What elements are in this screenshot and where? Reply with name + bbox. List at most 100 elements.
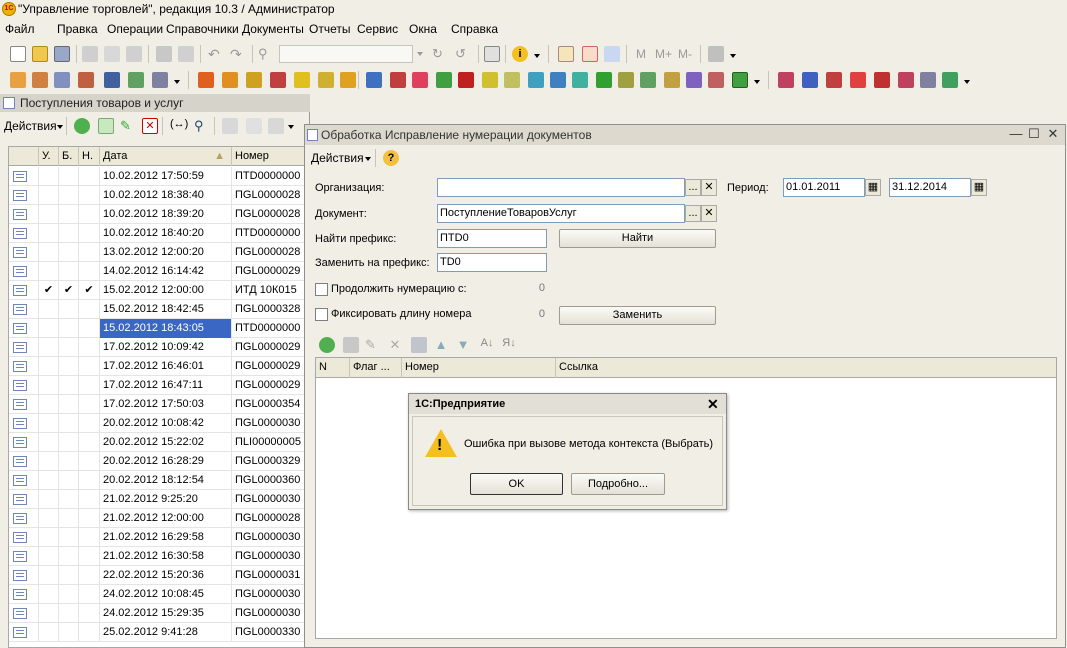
debt-icon[interactable] <box>850 72 866 88</box>
close-icon[interactable]: ✕ <box>1046 127 1060 141</box>
grid-edit-icon[interactable]: ✎ <box>365 337 381 353</box>
paste-icon[interactable] <box>126 46 142 62</box>
col-number[interactable]: Номер <box>232 147 307 166</box>
search-dropdown-icon[interactable] <box>417 52 423 56</box>
table-row[interactable]: 21.02.2012 9:25:20 ПGL0000030 <box>9 490 307 509</box>
table-row[interactable]: 21.02.2012 16:29:58 ПGL0000030 <box>9 528 307 547</box>
print-icon[interactable] <box>156 46 172 62</box>
memory-minus-button[interactable]: M- <box>678 47 692 61</box>
table-row[interactable]: 10.02.2012 18:40:20 ПTD0000000 <box>9 224 307 243</box>
table-row[interactable]: 20.02.2012 16:28:29 ПGL0000329 <box>9 452 307 471</box>
info-dropdown-icon[interactable] <box>534 54 540 58</box>
col-flag[interactable]: Флаг ... <box>350 358 402 378</box>
save-icon[interactable] <box>54 46 70 62</box>
sort-asc-icon[interactable]: A↓ <box>479 337 495 353</box>
balance-icon[interactable] <box>898 72 914 88</box>
period-to-calendar-icon[interactable]: ▦ <box>971 179 987 196</box>
find-button[interactable]: Найти <box>559 229 716 248</box>
continue-numbering-field[interactable]: 0 <box>479 280 547 297</box>
stock-icon[interactable] <box>294 72 310 88</box>
grid-delete-icon[interactable]: ✕ <box>387 337 403 353</box>
find-prefix-field[interactable]: ПTD0 <box>437 229 547 248</box>
client-icon[interactable] <box>802 72 818 88</box>
table-row[interactable]: 14.02.2012 16:14:42 ПGL0000029 <box>9 262 307 281</box>
cut-icon[interactable] <box>82 46 98 62</box>
supplier-icon[interactable] <box>826 72 842 88</box>
receipt-icon[interactable] <box>390 72 406 88</box>
add-icon[interactable] <box>74 118 90 134</box>
writeoff-icon[interactable] <box>458 72 474 88</box>
register-icon[interactable] <box>78 72 94 88</box>
menu-help[interactable]: Справка <box>451 22 498 36</box>
grid-save-icon[interactable] <box>411 337 427 353</box>
search-input[interactable] <box>279 45 413 63</box>
ok-button[interactable]: OK <box>470 473 563 495</box>
table-row[interactable]: 10.02.2012 18:38:40 ПGL0000028 <box>9 186 307 205</box>
windows-icon[interactable] <box>484 46 500 62</box>
table-row[interactable]: 20.02.2012 15:22:02 ПLI00000005 <box>9 433 307 452</box>
period-from-calendar-icon[interactable]: ▦ <box>865 179 881 196</box>
table-row[interactable]: 20.02.2012 10:08:42 ПGL0000030 <box>9 414 307 433</box>
info-icon[interactable]: i <box>512 46 528 62</box>
excel-icon[interactable] <box>732 72 748 88</box>
list-icon[interactable] <box>920 72 936 88</box>
redo-icon[interactable]: ↷ <box>230 46 246 62</box>
users-icon[interactable] <box>604 46 620 62</box>
bank-icon[interactable] <box>10 72 26 88</box>
col-b[interactable]: Б. <box>59 147 79 166</box>
assembly-icon[interactable] <box>504 72 520 88</box>
find-next-icon[interactable]: ↻ <box>432 46 448 62</box>
organization-clear-button[interactable]: ✕ <box>701 179 717 196</box>
print-preview-icon[interactable] <box>178 46 194 62</box>
menu-operations[interactable]: Операции <box>107 22 163 36</box>
calculator-icon[interactable] <box>558 46 574 62</box>
period-to-field[interactable]: 31.12.2014 <box>889 178 971 197</box>
open-folder-icon[interactable] <box>32 46 48 62</box>
people-icon[interactable] <box>104 72 120 88</box>
col-n[interactable]: Н. <box>79 147 100 166</box>
organization-select-button[interactable]: ... <box>685 179 701 196</box>
replace-prefix-field[interactable]: TD0 <box>437 253 547 272</box>
document-clear-button[interactable]: ✕ <box>701 205 717 222</box>
col-link[interactable]: Ссылка <box>556 358 1056 378</box>
continue-numbering-checkbox[interactable] <box>315 283 328 296</box>
cash-icon[interactable] <box>32 72 48 88</box>
table-row[interactable]: 17.02.2012 16:47:11 ПGL0000029 <box>9 376 307 395</box>
organization-field[interactable] <box>437 178 685 197</box>
order-icon[interactable] <box>246 72 262 88</box>
inventory-icon[interactable] <box>482 72 498 88</box>
dialog-actions-dropdown-icon[interactable] <box>365 157 371 161</box>
find-prev-icon[interactable]: ↺ <box>455 46 471 62</box>
transfer-icon[interactable] <box>366 72 382 88</box>
table-row[interactable]: 21.02.2012 16:30:58 ПGL0000030 <box>9 547 307 566</box>
table-row[interactable]: 22.02.2012 15:20:36 ПGL0000031 <box>9 566 307 585</box>
move-down-icon[interactable]: ▼ <box>455 337 471 353</box>
table-row[interactable]: 15.02.2012 18:42:45 ПGL0000328 <box>9 300 307 319</box>
tools-icon[interactable] <box>708 46 724 62</box>
return-icon[interactable] <box>412 72 428 88</box>
help-icon[interactable]: ? <box>383 150 399 166</box>
new-document-icon[interactable] <box>10 46 26 62</box>
menu-windows[interactable]: Окна <box>409 22 437 36</box>
tools-dropdown-icon[interactable] <box>730 54 736 58</box>
search-icon[interactable]: ⚲ <box>258 46 274 62</box>
menu-reports[interactable]: Отчеты <box>309 22 350 36</box>
col-u[interactable]: У. <box>39 147 59 166</box>
filter-set-icon[interactable] <box>268 118 284 134</box>
approve-icon[interactable] <box>942 72 958 88</box>
list-actions-button[interactable]: Действия <box>4 119 57 133</box>
col-number[interactable]: Номер <box>402 358 556 378</box>
menu-service[interactable]: Сервис <box>357 22 398 36</box>
table-row[interactable]: 17.02.2012 10:09:42 ПGL0000029 <box>9 338 307 357</box>
cart-icon[interactable] <box>340 72 356 88</box>
table-row[interactable]: 15.02.2012 18:43:05 ПTD0000000 <box>9 319 307 338</box>
minimize-icon[interactable]: — <box>1009 127 1023 141</box>
structure-icon[interactable] <box>664 72 680 88</box>
edit-icon[interactable]: ✎ <box>120 118 136 134</box>
grid-add-icon[interactable] <box>319 337 335 353</box>
table-row[interactable]: 24.02.2012 15:29:35 ПGL0000030 <box>9 604 307 623</box>
details-button[interactable]: Подробно... <box>571 473 665 495</box>
grid-copy-icon[interactable] <box>343 337 359 353</box>
menu-file[interactable]: Файл <box>5 22 35 36</box>
check-doc-icon[interactable] <box>640 72 656 88</box>
